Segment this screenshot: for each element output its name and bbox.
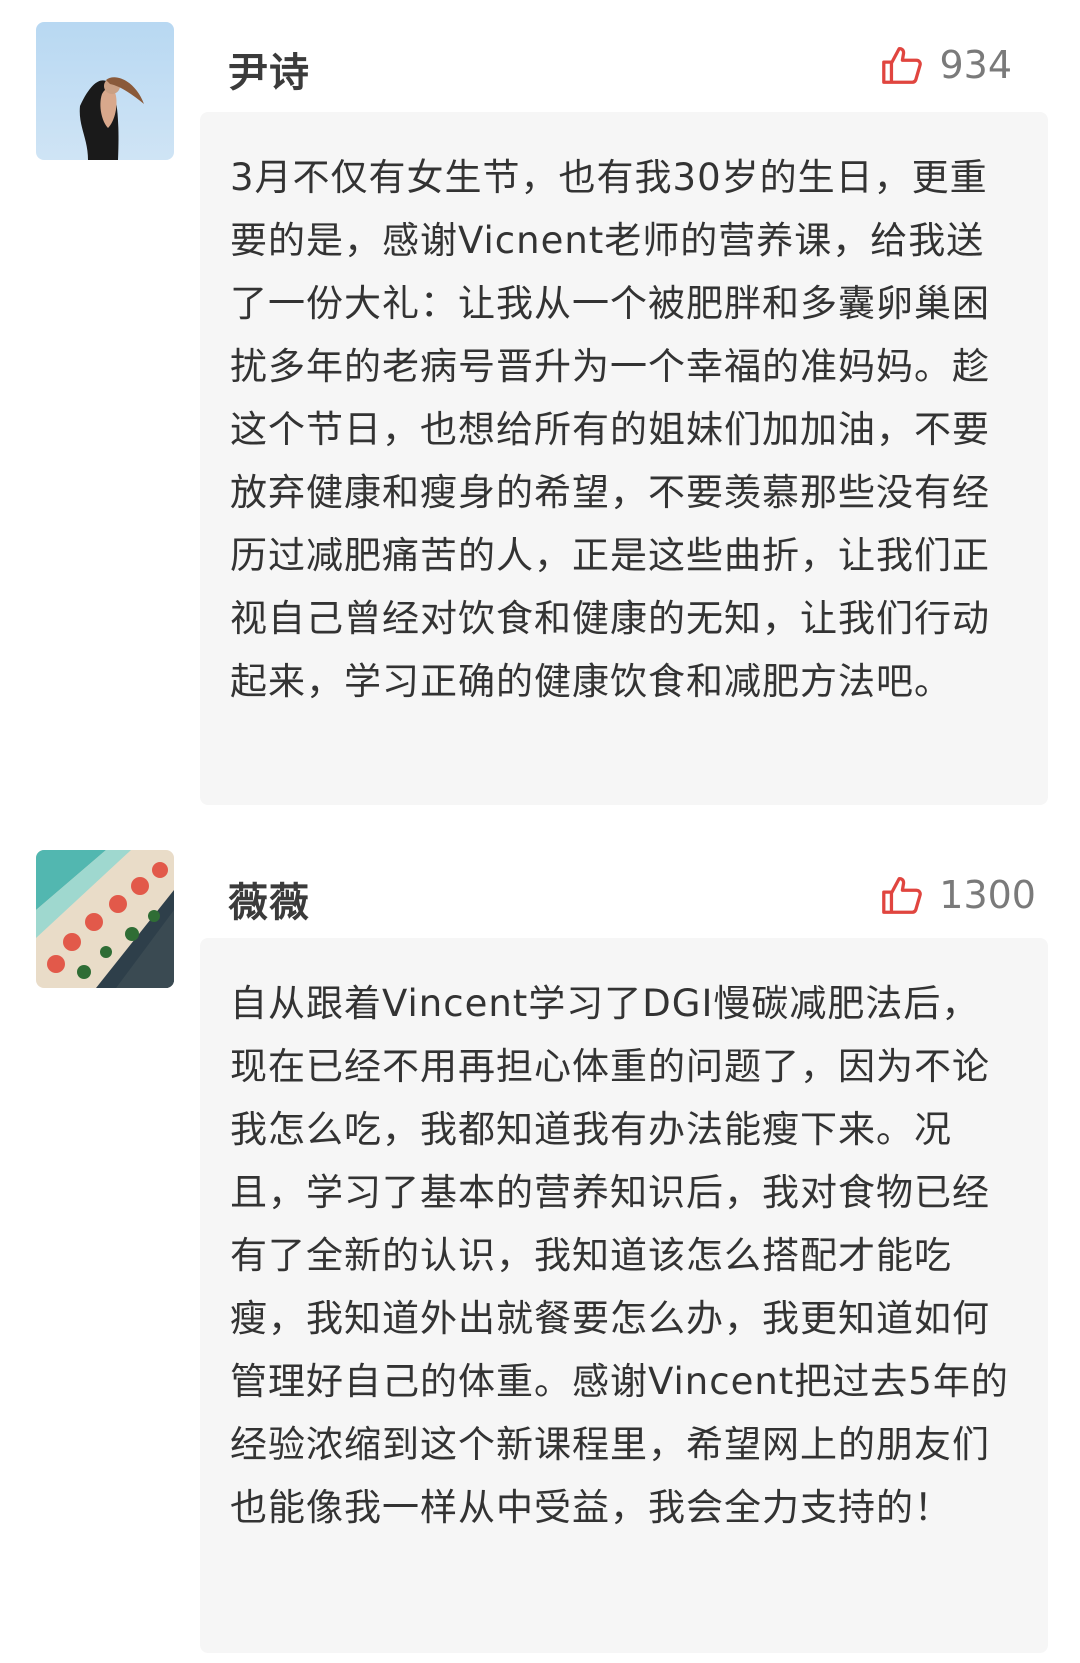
avatar-image [36,850,174,988]
comment-bubble: 3月不仅有女生节，也有我30岁的生日，更重要的是，感谢Vicnent老师的营养课… [200,112,1048,805]
like-count: 934 [939,43,1012,87]
comment-bubble: 自从跟着Vincent学习了DGI慢碳减肥法后，现在已经不用再担心体重的问题了，… [200,938,1048,1653]
like-count: 1300 [939,873,1036,917]
username: 尹诗 [228,50,310,96]
avatar-image [36,22,174,160]
username: 薇薇 [228,880,310,926]
avatar[interactable] [36,22,174,160]
like-button[interactable]: 1300 [879,872,1036,918]
comment-item: 薇薇 1300 自从跟着Vincent学习了DGI慢碳减肥法后，现在已经不用再担… [0,830,1080,1663]
comment-text: 3月不仅有女生节，也有我30岁的生日，更重要的是，感谢Vicnent老师的营养课… [230,156,990,703]
comment-item: 尹诗 934 3月不仅有女生节，也有我30岁的生日，更重要的是，感谢Vicnen… [0,0,1080,820]
like-button[interactable]: 934 [879,42,1012,88]
thumbs-up-icon [882,877,923,914]
comment-text: 自从跟着Vincent学习了DGI慢碳减肥法后，现在已经不用再担心体重的问题了，… [230,982,1009,1529]
thumbs-up-icon [882,47,923,84]
avatar[interactable] [36,850,174,988]
